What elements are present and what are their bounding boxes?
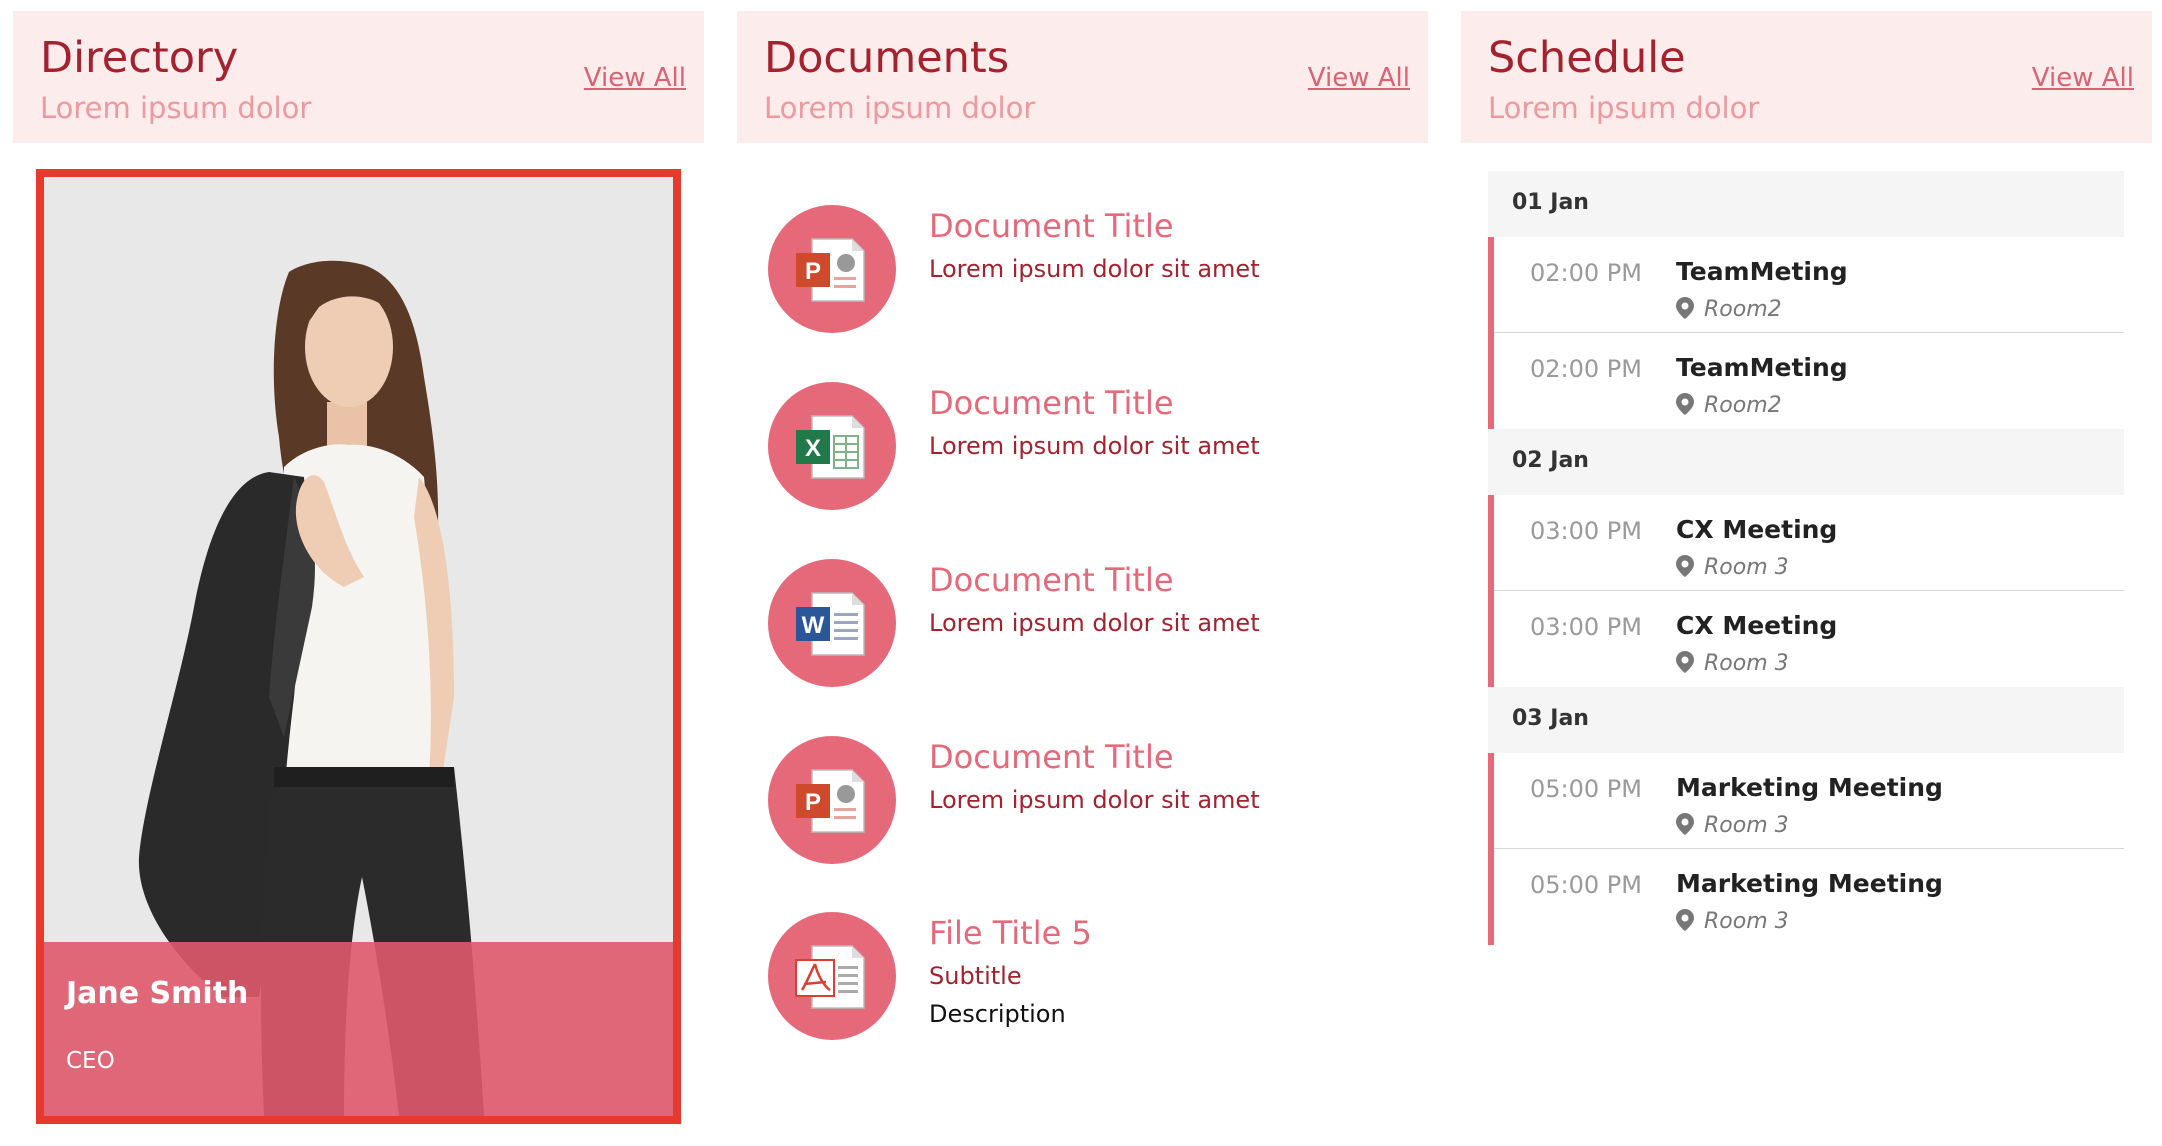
file-subtitle: Subtitle [929, 962, 1022, 990]
event-location: Room 3 [1676, 555, 1789, 580]
powerpoint-icon: P [768, 205, 896, 333]
event-room: Room 3 [1704, 813, 1789, 838]
location-pin-icon [1676, 651, 1694, 673]
event-time: 05:00 PM [1530, 775, 1642, 803]
person-name: Jane Smith [66, 976, 249, 1011]
event-item[interactable]: 03:00 PM CX Meeting Room 3 [1488, 591, 2124, 687]
directory-view-all-link[interactable]: View All [584, 63, 686, 93]
document-subtitle: Lorem ipsum dolor sit amet [929, 786, 1260, 814]
schedule-title: Schedule [1488, 33, 1686, 83]
event-room: Room 3 [1704, 555, 1789, 580]
event-name: Marketing Meeting [1676, 869, 1943, 898]
event-room: Room2 [1704, 297, 1782, 322]
event-item[interactable]: 02:00 PM TeamMeting Room2 [1488, 333, 2124, 429]
date-label: 02 Jan [1512, 448, 1589, 473]
event-location: Room2 [1676, 393, 1782, 418]
event-location: Room 3 [1676, 909, 1789, 934]
document-title[interactable]: Document Title [929, 384, 1174, 422]
date-label: 03 Jan [1512, 706, 1589, 731]
event-room: Room2 [1704, 393, 1782, 418]
event-name: TeamMeting [1676, 353, 1848, 382]
event-item[interactable]: 05:00 PM Marketing Meeting Room 3 [1488, 849, 2124, 945]
documents-view-all-link[interactable]: View All [1308, 63, 1410, 93]
powerpoint-icon: P [768, 736, 896, 864]
date-header: 02 Jan [1488, 429, 2124, 495]
event-name: CX Meeting [1676, 611, 1838, 640]
schedule-view-all-link[interactable]: View All [2032, 63, 2134, 93]
document-item[interactable]: W Document Title Lorem ipsum dolor sit a… [768, 559, 1458, 689]
location-pin-icon [1676, 297, 1694, 319]
event-location: Room2 [1676, 297, 1782, 322]
directory-header: Directory Lorem ipsum dolor View All [13, 11, 704, 143]
document-item[interactable]: P Document Title Lorem ipsum dolor sit a… [768, 736, 1458, 866]
location-pin-icon [1676, 813, 1694, 835]
pdf-icon [768, 912, 896, 1040]
event-time: 03:00 PM [1530, 517, 1642, 545]
directory-subtitle: Lorem ipsum dolor [40, 91, 312, 125]
file-description: Description [929, 1000, 1066, 1028]
event-location: Room 3 [1676, 813, 1789, 838]
date-header: 03 Jan [1488, 687, 2124, 753]
event-room: Room 3 [1704, 651, 1789, 676]
word-icon: W [768, 559, 896, 687]
documents-subtitle: Lorem ipsum dolor [764, 91, 1036, 125]
document-item[interactable]: P Document Title Lorem ipsum dolor sit a… [768, 205, 1458, 335]
svg-text:P: P [805, 258, 821, 285]
event-item[interactable]: 02:00 PM TeamMeting Room2 [1488, 237, 2124, 333]
person-role: CEO [66, 1048, 115, 1074]
schedule-header: Schedule Lorem ipsum dolor View All [1461, 11, 2152, 143]
document-subtitle: Lorem ipsum dolor sit amet [929, 609, 1260, 637]
event-room: Room 3 [1704, 909, 1789, 934]
location-pin-icon [1676, 555, 1694, 577]
date-label: 01 Jan [1512, 190, 1589, 215]
excel-icon: X [768, 382, 896, 510]
document-title[interactable]: Document Title [929, 738, 1174, 776]
document-item[interactable]: X Document Title Lorem ipsum dolor sit a… [768, 382, 1458, 512]
svg-text:P: P [805, 789, 821, 816]
event-name: Marketing Meeting [1676, 773, 1943, 802]
event-item[interactable]: 05:00 PM Marketing Meeting Room 3 [1488, 753, 2124, 849]
document-subtitle: Lorem ipsum dolor sit amet [929, 432, 1260, 460]
location-pin-icon [1676, 393, 1694, 415]
date-header: 01 Jan [1488, 171, 2124, 237]
event-time: 02:00 PM [1530, 355, 1642, 383]
document-title[interactable]: Document Title [929, 207, 1174, 245]
event-item[interactable]: 03:00 PM CX Meeting Room 3 [1488, 495, 2124, 591]
event-location: Room 3 [1676, 651, 1789, 676]
event-time: 03:00 PM [1530, 613, 1642, 641]
document-item[interactable]: File Title 5 Subtitle Description [768, 912, 1458, 1062]
event-time: 05:00 PM [1530, 871, 1642, 899]
schedule-subtitle: Lorem ipsum dolor [1488, 91, 1760, 125]
documents-title: Documents [764, 33, 1010, 83]
event-name: TeamMeting [1676, 257, 1848, 286]
document-subtitle: Lorem ipsum dolor sit amet [929, 255, 1260, 283]
svg-text:W: W [802, 612, 825, 639]
file-title[interactable]: File Title 5 [929, 914, 1092, 952]
event-time: 02:00 PM [1530, 259, 1642, 287]
documents-header: Documents Lorem ipsum dolor View All [737, 11, 1428, 143]
directory-title: Directory [40, 33, 239, 83]
location-pin-icon [1676, 909, 1694, 931]
person-card[interactable]: Jane Smith CEO [36, 169, 681, 1124]
document-title[interactable]: Document Title [929, 561, 1174, 599]
event-name: CX Meeting [1676, 515, 1838, 544]
svg-text:X: X [805, 435, 821, 462]
person-info-overlay: Jane Smith CEO [44, 942, 673, 1116]
